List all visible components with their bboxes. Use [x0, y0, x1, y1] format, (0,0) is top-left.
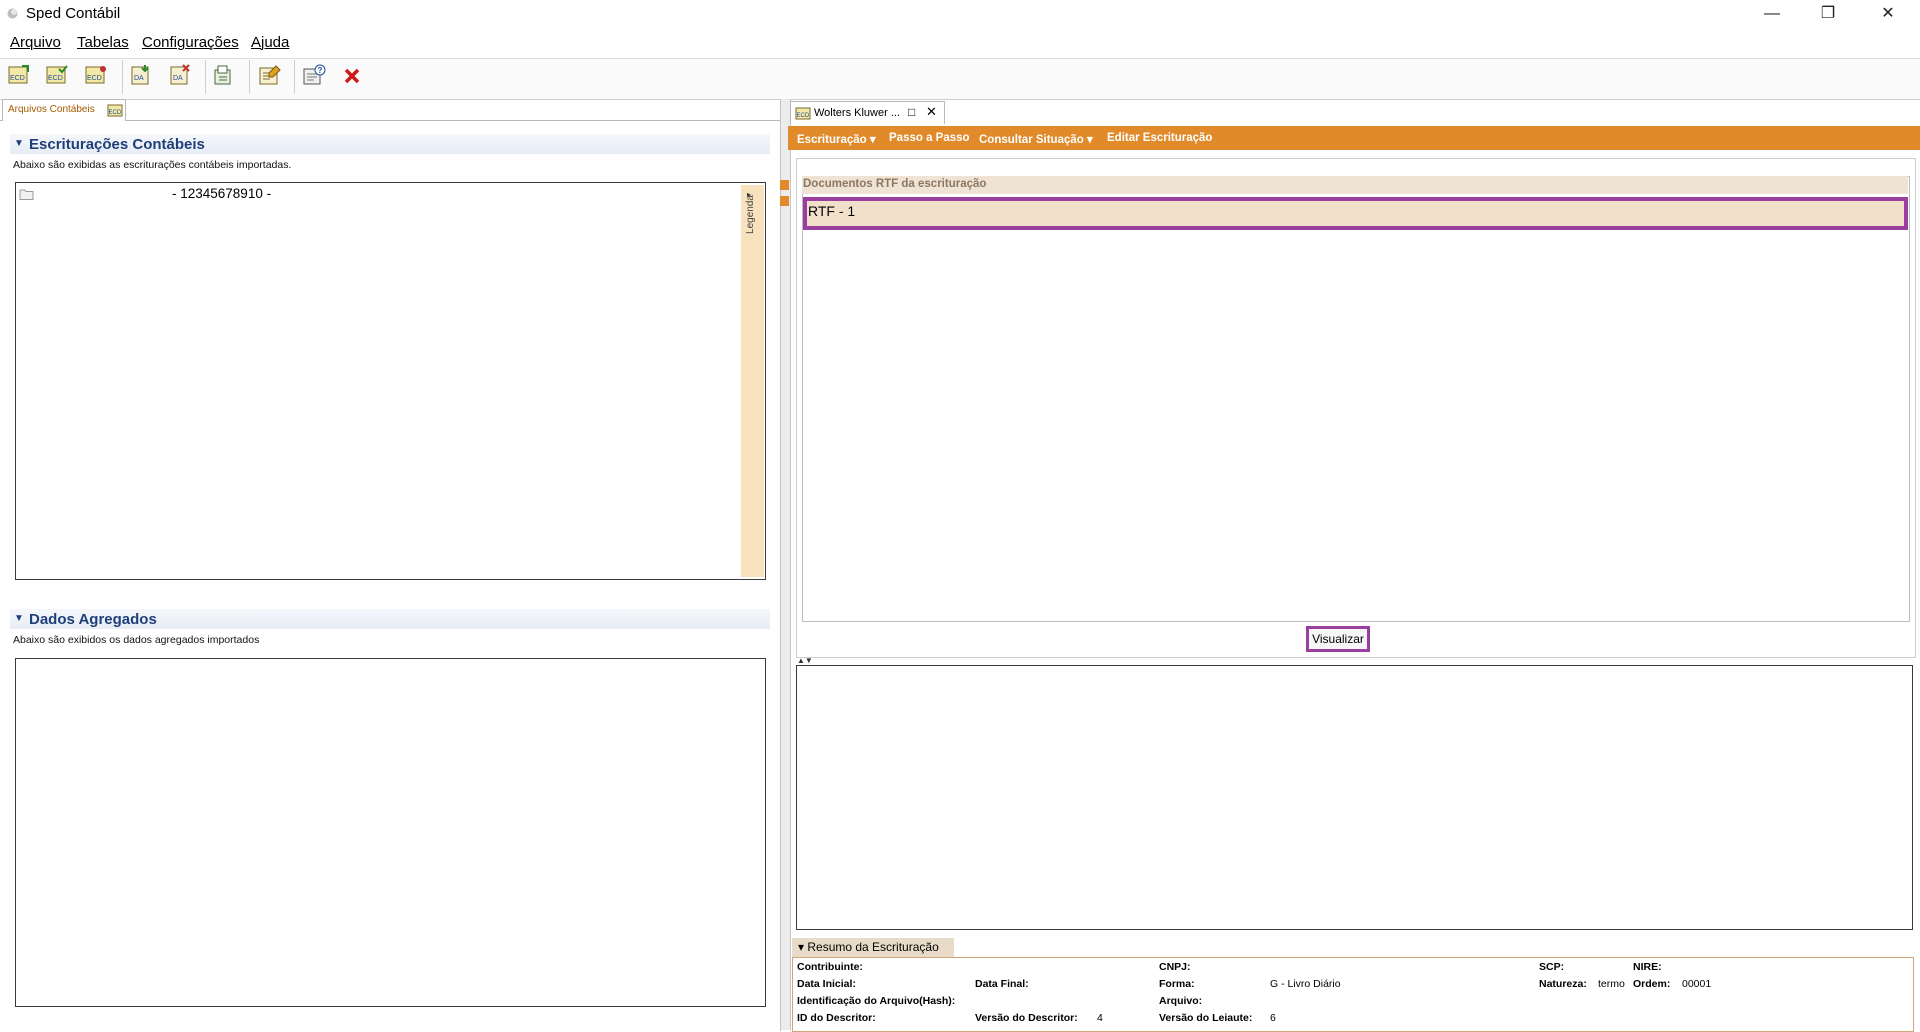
- close-icon[interactable]: ✕: [926, 104, 937, 120]
- documents-list[interactable]: [802, 176, 1910, 622]
- dados-agregados-list[interactable]: [15, 658, 766, 1007]
- delete-icon[interactable]: [340, 64, 364, 86]
- svg-text:ECD: ECD: [48, 75, 63, 82]
- svg-text:DA: DA: [173, 75, 183, 82]
- documents-header-label: Documentos RTF da escrituração: [803, 178, 987, 190]
- toolbar-separator: [294, 60, 295, 94]
- svg-text:ECD: ECD: [10, 75, 25, 82]
- data-final-label: Data Final:: [975, 978, 1029, 990]
- natureza-label: Natureza:: [1539, 978, 1587, 990]
- svg-text:DA: DA: [134, 75, 144, 82]
- restore-icon[interactable]: ❐: [1800, 0, 1856, 28]
- da-delete-icon[interactable]: DA: [168, 64, 192, 86]
- collapse-icon[interactable]: ▼: [14, 138, 24, 149]
- minimize-icon[interactable]: —: [1744, 0, 1800, 28]
- document-row[interactable]: [803, 197, 1908, 230]
- menu-tabelas[interactable]: Tabelas: [77, 34, 129, 51]
- menu-escrituracao[interactable]: Escrituração ▾: [797, 132, 876, 146]
- dados-agregados-title: Dados Agregados: [29, 611, 157, 628]
- forma-value: G - Livro Diário: [1270, 978, 1341, 990]
- data-inicial-label: Data Inicial:: [797, 978, 856, 990]
- tab-wolters-kluwer[interactable]: ECD Wolters Kluwer ... □ ✕: [790, 101, 945, 124]
- svg-text:?: ?: [318, 66, 323, 75]
- scp-label: SCP:: [1539, 961, 1565, 973]
- tab-arquivos-contabeis[interactable]: Arquivos Contábeis ECD: [2, 99, 126, 121]
- legend-label: Legenda: [745, 195, 756, 234]
- menu-passo-a-passo[interactable]: Passo a Passo: [889, 132, 970, 144]
- toolbar: [0, 58, 1920, 100]
- resumo-tab[interactable]: ▾ Resumo da Escrituração: [792, 938, 954, 957]
- ecd-icon: ECD: [795, 107, 811, 120]
- versao-leiaute-value: 6: [1270, 1012, 1276, 1024]
- resumo-panel: [792, 957, 1914, 1032]
- toolbar-separator: [122, 60, 123, 94]
- menu-consultar-situacao[interactable]: Consultar Situação ▾: [979, 132, 1093, 146]
- maximize-icon[interactable]: □: [908, 105, 915, 119]
- svg-text:ECD: ECD: [109, 110, 122, 116]
- tab-label: Wolters Kluwer ...: [814, 107, 900, 119]
- folder-icon: [19, 189, 34, 200]
- svg-text:ECD: ECD: [797, 113, 810, 119]
- ordem-value: 00001: [1682, 978, 1712, 990]
- close-icon[interactable]: ✕: [1860, 0, 1916, 28]
- ecd-icon: ECD: [107, 104, 123, 117]
- splitter-collapse-right-icon[interactable]: [780, 196, 789, 206]
- dados-agregados-description: Abaixo são exibidos os dados agregados i…: [13, 634, 260, 646]
- toolbar-separator: [249, 60, 250, 94]
- cnpj-label: CNPJ:: [1159, 961, 1191, 973]
- escrituracoes-title: Escriturações Contábeis: [29, 136, 205, 153]
- menu-ajuda[interactable]: Ajuda: [251, 34, 289, 51]
- tab-label: Arquivos Contábeis: [8, 104, 95, 115]
- ordem-label: Ordem:: [1633, 978, 1671, 990]
- ecd-validate-icon[interactable]: ECD: [45, 64, 69, 86]
- svg-text:ECD: ECD: [87, 75, 102, 82]
- window-title: Sped Contábil: [26, 5, 121, 22]
- arquivo-label: Arquivo:: [1159, 995, 1203, 1007]
- document-row-label: RTF - 1: [808, 203, 856, 219]
- escrituracao-item[interactable]: - 12345678910 -: [172, 186, 271, 201]
- panel-splitter[interactable]: [780, 99, 791, 1030]
- ecd-import-icon[interactable]: ECD: [7, 64, 31, 86]
- menu-arquivo[interactable]: Arquivo: [10, 34, 61, 51]
- forma-label: Forma:: [1159, 978, 1195, 990]
- splitter-collapse-left-icon[interactable]: [780, 180, 789, 190]
- edit-icon[interactable]: [258, 64, 282, 86]
- da-import-icon[interactable]: DA: [129, 64, 153, 86]
- title-bar: [0, 0, 1920, 28]
- versao-descritor-label: Versão do Descritor:: [975, 1012, 1078, 1024]
- id-descritor-label: ID do Descritor:: [797, 1012, 876, 1024]
- menu-editar-escrituracao[interactable]: Editar Escrituração: [1107, 132, 1212, 144]
- help-icon[interactable]: ?: [302, 64, 326, 86]
- contribuinte-label: Contribuinte:: [797, 961, 863, 973]
- nire-label: NIRE:: [1633, 961, 1662, 973]
- resumo-tab-label: ▾ Resumo da Escrituração: [798, 940, 939, 954]
- escrituracoes-description: Abaixo são exibidas as escriturações con…: [13, 159, 292, 171]
- natureza-value: termo: [1598, 978, 1625, 990]
- toolbar-separator: [205, 60, 206, 94]
- collapse-icon[interactable]: ▼: [14, 613, 24, 624]
- visualizar-button[interactable]: Visualizar: [1306, 626, 1370, 652]
- versao-descritor-value: 4: [1097, 1012, 1103, 1024]
- export-icon[interactable]: [211, 64, 235, 86]
- menu-configuracoes[interactable]: Configurações: [142, 34, 239, 51]
- hash-label: Identificação do Arquivo(Hash):: [797, 995, 956, 1007]
- legend-strip[interactable]: [741, 185, 764, 577]
- versao-leiaute-label: Versão do Leiaute:: [1159, 1012, 1253, 1024]
- split-arrows-icon[interactable]: ▲▼: [797, 656, 813, 665]
- ecd-sign-icon[interactable]: ECD: [84, 64, 108, 86]
- escrituracoes-list[interactable]: [15, 182, 766, 580]
- document-viewer[interactable]: [796, 665, 1913, 930]
- app-icon: [7, 8, 18, 19]
